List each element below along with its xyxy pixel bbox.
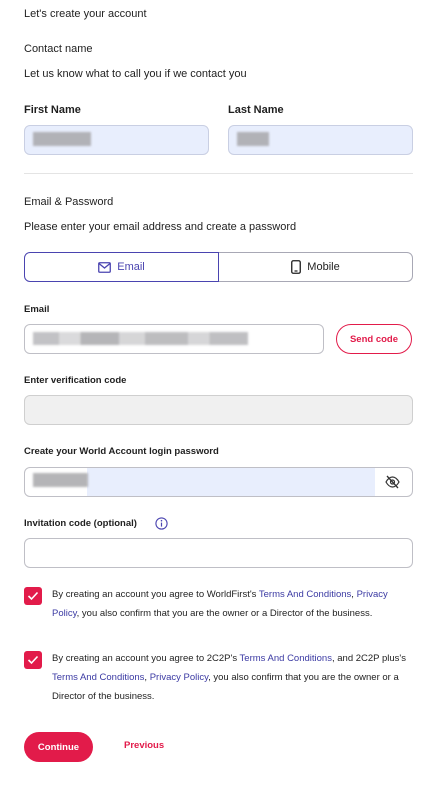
first-name-input[interactable]: [24, 125, 209, 155]
contact-section-desc: Let us know what to call you if we conta…: [24, 68, 247, 80]
tab-mobile-label: Mobile: [307, 261, 340, 273]
first-name-label: First Name: [24, 104, 81, 116]
last-name-input[interactable]: [228, 125, 413, 155]
verification-label: Enter verification code: [24, 375, 127, 386]
email-input[interactable]: [24, 324, 324, 354]
password-input[interactable]: [24, 467, 413, 497]
redacted-value: [33, 132, 91, 146]
contact-section-title: Contact name: [24, 43, 93, 55]
redacted-value: [33, 332, 248, 345]
consent-2c2p-checkbox[interactable]: [24, 651, 42, 669]
page-heading: Let's create your account: [24, 8, 147, 20]
redacted-value: [237, 132, 269, 146]
envelope-icon: [98, 261, 112, 273]
consent-2c2p-text: By creating an account you agree to 2C2P…: [52, 649, 408, 706]
password-label: Create your World Account login password: [24, 446, 219, 457]
email-label: Email: [24, 304, 50, 315]
consent-worldfirst-checkbox[interactable]: [24, 587, 42, 605]
invitation-code-input[interactable]: [24, 538, 413, 568]
verification-code-input[interactable]: [24, 395, 413, 425]
consent-text-part: , and 2C2P plus's: [331, 653, 406, 664]
info-icon[interactable]: [155, 517, 168, 530]
consent-text-part: By creating an account you agree to 2C2P…: [52, 653, 240, 664]
invitation-label: Invitation code (optional): [24, 518, 137, 529]
tab-mobile[interactable]: Mobile: [218, 252, 413, 282]
last-name-label: Last Name: [228, 104, 284, 116]
consent-worldfirst-text: By creating an account you agree to Worl…: [52, 585, 408, 623]
section-divider: [24, 173, 413, 174]
terms-link-2c2p-plus[interactable]: Terms And Conditions: [52, 672, 144, 683]
check-icon: [27, 655, 39, 665]
tab-email-label: Email: [117, 261, 145, 273]
continue-button[interactable]: Continue: [24, 732, 93, 762]
consent-text-part: By creating an account you agree to Worl…: [52, 589, 259, 600]
terms-link[interactable]: Terms And Conditions: [259, 589, 351, 600]
redacted-value: [33, 473, 88, 487]
consent-text-part: , you also confirm that you are the owne…: [76, 608, 373, 619]
eye-slash-icon[interactable]: [385, 475, 400, 489]
tab-email[interactable]: Email: [24, 252, 219, 282]
terms-link[interactable]: Terms And Conditions: [240, 653, 332, 664]
email-section-title: Email & Password: [24, 196, 114, 208]
send-code-button[interactable]: Send code: [336, 324, 412, 354]
phone-icon: [291, 260, 302, 274]
previous-link[interactable]: Previous: [124, 740, 164, 751]
check-icon: [27, 591, 39, 601]
email-section-desc: Please enter your email address and crea…: [24, 221, 297, 233]
privacy-policy-link[interactable]: Privacy Policy: [150, 672, 208, 683]
